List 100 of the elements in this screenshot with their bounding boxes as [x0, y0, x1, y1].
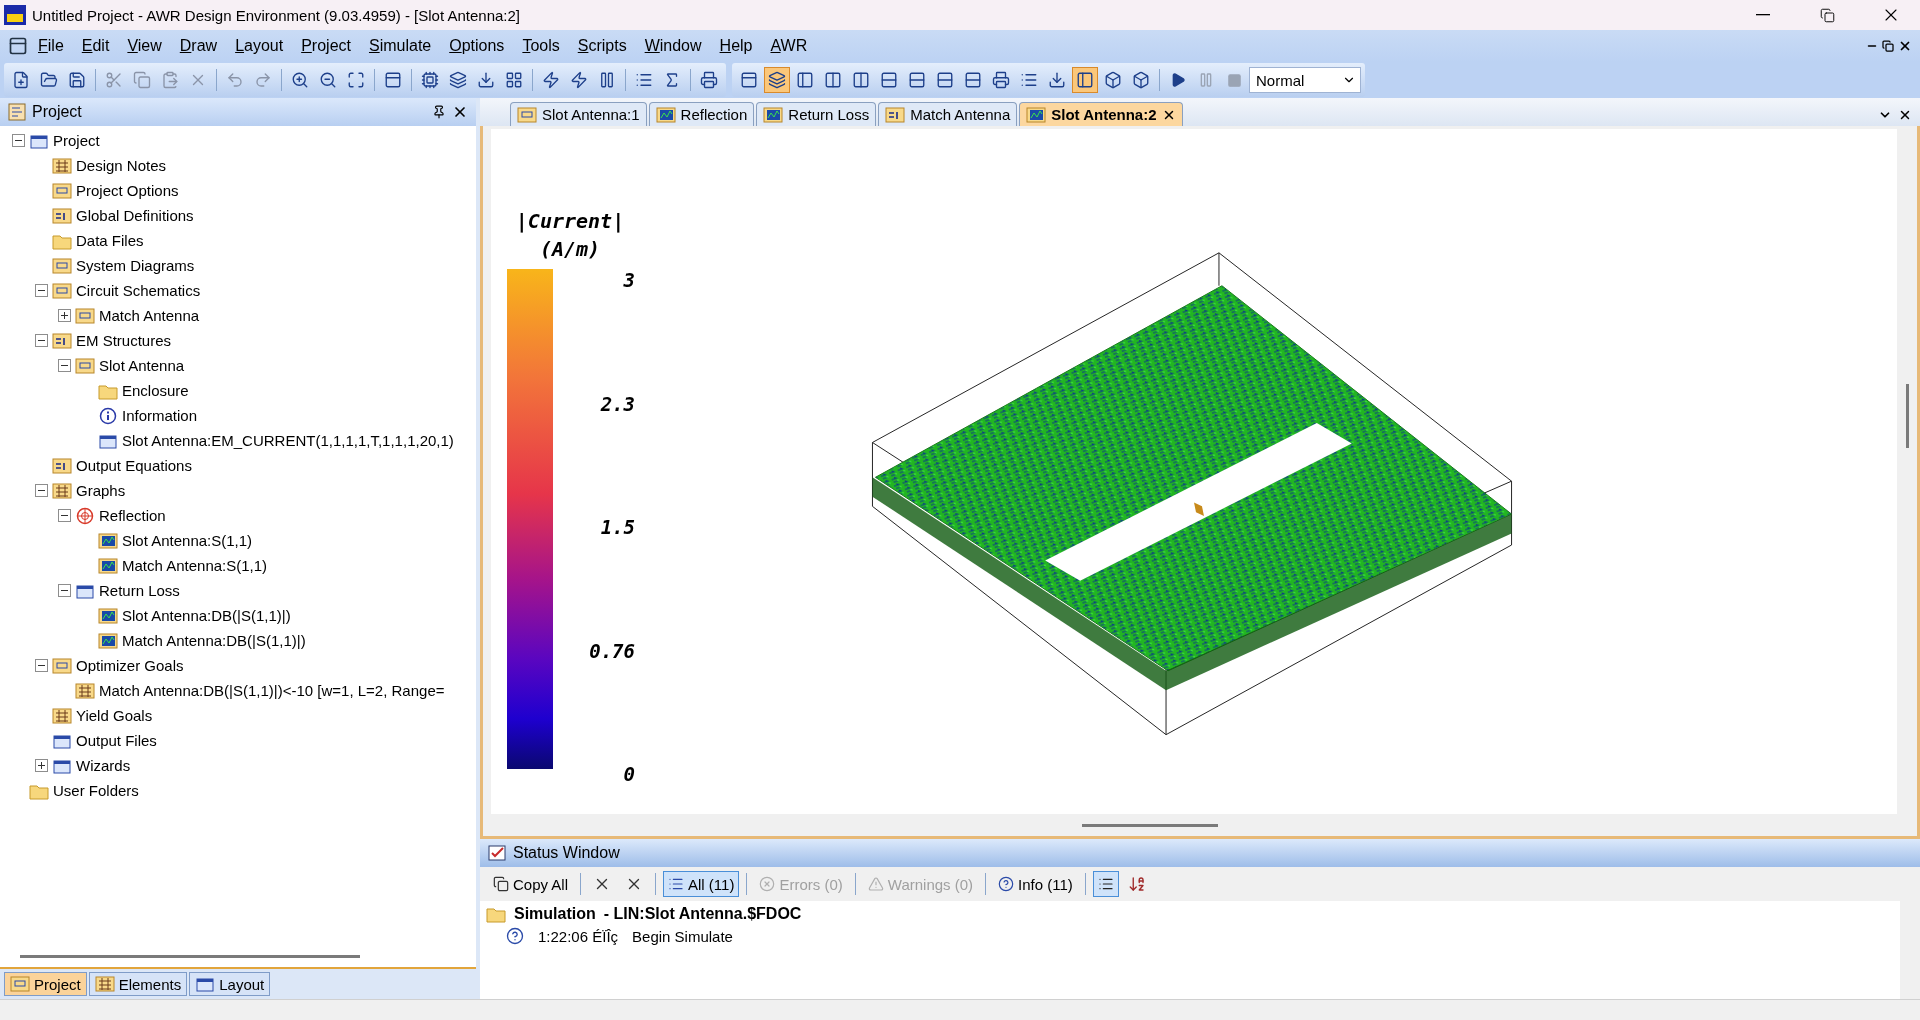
tree-item[interactable]: Return Loss [99, 582, 180, 599]
collapse-icon[interactable] [12, 134, 25, 147]
document-icon[interactable] [8, 36, 28, 56]
pause-icon [1198, 72, 1214, 88]
scrollbar-thumb[interactable] [20, 954, 360, 958]
tree-item[interactable]: Design Notes [76, 157, 167, 174]
tree-item[interactable]: Slot Antenna:DB(|S(1,1)|) [122, 607, 291, 624]
tree-item[interactable]: Data Files [76, 232, 144, 249]
menu-item[interactable]: Edit [73, 34, 118, 58]
tree-item[interactable]: EM Structures [76, 332, 172, 349]
document-tab[interactable]: Return Loss [756, 102, 877, 126]
menu-item[interactable]: Tools [514, 34, 568, 58]
help-icon [998, 876, 1015, 892]
tree-item[interactable]: Match Antenna:S(1,1) [122, 557, 268, 574]
collapse-icon[interactable] [58, 509, 71, 522]
menu-item[interactable]: AWR [762, 34, 816, 58]
grid-icon [75, 681, 95, 700]
toolbar-button[interactable] [764, 67, 790, 93]
rows-icon [936, 71, 954, 89]
expand-icon[interactable] [35, 759, 48, 772]
undo-icon [226, 71, 244, 89]
collapse-icon[interactable] [58, 359, 71, 372]
tree-item[interactable]: Output Equations [76, 457, 192, 474]
tree-item[interactable]: Slot Antenna:EM_CURRENT(1,1,1,1,T,1,1,1,20,1) [122, 432, 454, 449]
fit-view-icon [347, 71, 365, 89]
menu-item[interactable]: Simulate [360, 34, 440, 58]
trace-icon [98, 531, 118, 550]
scrollbar-thumb[interactable] [1082, 823, 1218, 827]
menu-item[interactable]: Project [293, 34, 359, 58]
trace-icon [98, 606, 118, 625]
tree-item[interactable]: Slot Antenna:S(1,1) [122, 532, 253, 549]
document-tab[interactable]: Slot Antenna:2 [1019, 102, 1183, 126]
panel-title: Project [32, 103, 83, 121]
tree-item[interactable]: Enclosure [122, 382, 189, 399]
project-icon [8, 103, 26, 121]
close-icon[interactable] [1898, 39, 1912, 53]
save-icon [68, 71, 86, 89]
list-icon [1020, 71, 1038, 89]
equation-icon [52, 206, 72, 225]
document-tab[interactable]: Slot Antenna:1 [510, 102, 647, 126]
close-icon[interactable] [1898, 108, 1912, 122]
tree-item[interactable]: Match Antenna:DB(|S(1,1)|)<-10 [w=1, L=2, Range= [99, 682, 445, 699]
panel-tab[interactable]: Project [4, 972, 87, 996]
collapse-icon[interactable] [35, 484, 48, 497]
equation-icon [52, 456, 72, 475]
menu-item[interactable]: View [119, 34, 170, 58]
grid-icon [52, 706, 72, 725]
expand-icon[interactable] [58, 309, 71, 322]
tree-item[interactable]: Optimizer Goals [76, 657, 184, 674]
tree-item[interactable]: Yield Goals [76, 707, 153, 724]
tree-item[interactable]: Circuit Schematics [76, 282, 201, 299]
tree-item[interactable]: Output Files [76, 732, 157, 749]
collapse-icon[interactable] [58, 584, 71, 597]
filter-button[interactable]: All (11) [663, 871, 740, 897]
collapse-icon[interactable] [35, 659, 48, 672]
menu-item[interactable]: Scripts [569, 34, 635, 58]
window-icon [195, 975, 216, 993]
panel-icon [1076, 71, 1094, 89]
lightning-icon [570, 71, 588, 89]
toolbar-button[interactable] [1072, 67, 1098, 93]
panel-tab[interactable]: Layout [189, 972, 271, 996]
menu-item[interactable]: Layout [227, 34, 292, 58]
smith-chart-icon [75, 506, 95, 525]
menu-item[interactable]: Window [636, 34, 710, 58]
tree-item[interactable]: Slot Antenna [99, 357, 185, 374]
pin-icon[interactable] [432, 105, 446, 119]
module-icon [52, 256, 72, 275]
tree-item[interactable]: System Diagrams [76, 257, 195, 274]
tree-item[interactable]: Match Antenna [99, 307, 200, 324]
module-icon [10, 975, 30, 993]
document-tab[interactable]: Match Antenna [878, 102, 1018, 126]
copy-icon [133, 71, 151, 89]
list-view-button[interactable] [1092, 871, 1119, 897]
tree-item[interactable]: Match Antenna:DB(|S(1,1)|) [122, 632, 306, 649]
collapse-icon[interactable] [35, 334, 48, 347]
copy-all-button[interactable]: Copy All [488, 871, 574, 897]
lightning-icon [542, 71, 560, 89]
tree-item[interactable]: Reflection [99, 507, 166, 524]
tree-item[interactable]: Graphs [76, 482, 126, 499]
tree-item[interactable]: Wizards [76, 757, 131, 774]
filter-button[interactable]: Info (11) [993, 871, 1078, 897]
collapse-icon[interactable] [35, 284, 48, 297]
document-tab[interactable]: Reflection [648, 102, 755, 126]
legend-title: |Current| [515, 208, 625, 235]
tree-item[interactable]: Information [122, 407, 198, 424]
scrollbar-thumb[interactable] [1905, 384, 1909, 448]
menu-item[interactable]: Options [441, 34, 513, 58]
tree-item[interactable]: User Folders [53, 782, 139, 799]
restore-icon[interactable] [1882, 39, 1894, 53]
close-icon[interactable] [452, 104, 468, 120]
panel-tab[interactable]: Elements [88, 972, 188, 996]
tree-item[interactable]: Project Options [76, 182, 179, 199]
menu-item[interactable]: File [30, 34, 72, 58]
scale-label: 3 [623, 269, 635, 291]
tree-item[interactable]: Project [53, 132, 100, 149]
scale-label: 1.5 [600, 516, 635, 538]
menu-item[interactable]: Draw [171, 34, 226, 58]
menu-item[interactable]: Help [711, 34, 761, 58]
mode-dropdown[interactable]: Normal [1249, 67, 1361, 93]
tree-item[interactable]: Global Definitions [76, 207, 194, 224]
